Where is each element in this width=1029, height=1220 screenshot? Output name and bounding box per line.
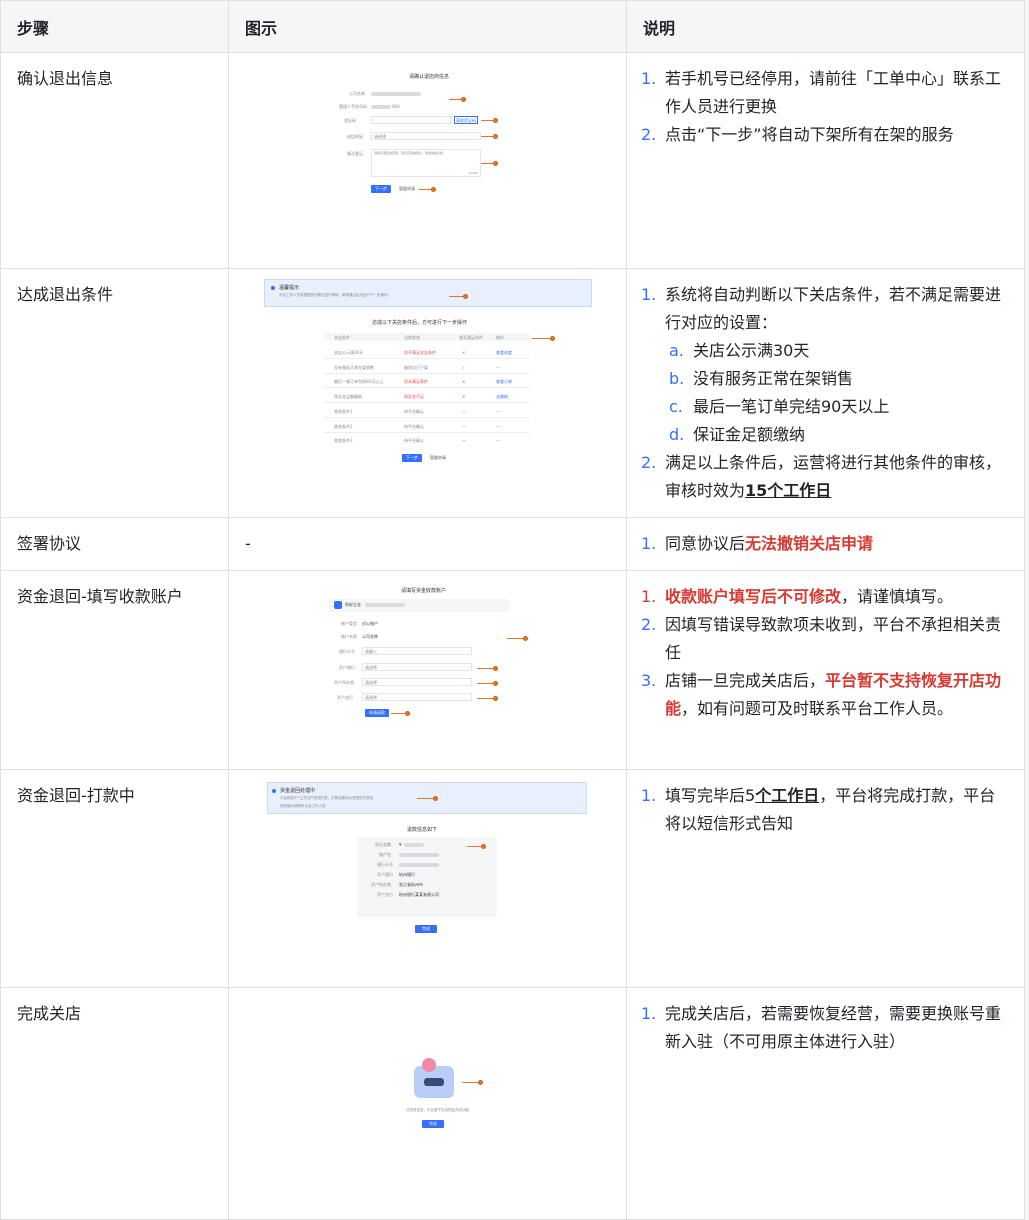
list-item: 1. 若手机号已经停用，请前往「工单中心」联系工作人员进行更换 bbox=[641, 69, 1002, 116]
description-cell: 1. 系统将自动判断以下关店条件，若不满足需要进行对应的设置： a. 关店公示满30… bbox=[626, 268, 1025, 518]
company-avatar bbox=[334, 601, 342, 609]
list-item: 2. 因填写错误导致款项未收到，平台不承担相关责任 bbox=[641, 615, 1002, 662]
annotation-marker bbox=[493, 161, 498, 166]
table-row: 达成退出条件 温馨提示 平台工作人员将根据您的情况进行审核，审核通过后可进行下一… bbox=[0, 268, 1025, 518]
conditions-screenshot: 温馨提示 平台工作人员将根据您的情况进行审核，审核通过后可进行下一步操作。 达成… bbox=[264, 279, 592, 469]
step-cell: 达成退出条件 bbox=[0, 268, 229, 518]
figure-cell: 已完成关店，平台暂不支持恢复开店功能 完成 bbox=[228, 987, 627, 1220]
list-item: 2. 满足以上条件后，运营将进行其他条件的审核，审核时效为15个工作日 bbox=[641, 453, 1002, 500]
annotation-marker bbox=[493, 134, 498, 139]
list-item: 1. 系统将自动判断以下关店条件，若不满足需要进行对应的设置： a. 关店公示满30… bbox=[641, 281, 1010, 449]
mock-reason-select bbox=[371, 132, 481, 140]
figure-cell: 温馨提示 平台工作人员将根据您的情况进行审核，审核通过后可进行下一步操作。 达成… bbox=[228, 268, 627, 518]
annotation-marker bbox=[405, 711, 410, 716]
header-figure: 图示 bbox=[228, 0, 627, 53]
step-cell: 签署协议 bbox=[0, 517, 229, 571]
table-row: 签署协议 - 1. 同意协议后无法撤销关店申请 bbox=[0, 517, 1025, 571]
list-item: 1. 收款账户填写后不可修改，请谨慎填写。 bbox=[641, 587, 954, 606]
mock-code-input bbox=[371, 116, 451, 124]
mock-title: 请确认退店商信息 bbox=[409, 74, 450, 80]
step-cell: 资金退回-打款中 bbox=[0, 769, 229, 988]
description-cell: 1. 同意协议后无法撤销关店申请 bbox=[626, 517, 1025, 571]
sub-list-item: c. 最后一笔订单完结90天以上 bbox=[669, 397, 890, 416]
description-cell: 1. 完成关店后，若需要恢复经营，需要更换账号重新入驻（不可用原主体进行入驻） bbox=[626, 987, 1025, 1220]
step-cell: 资金退回-填写收款账户 bbox=[0, 570, 229, 770]
table-row: 完成关店 已完成关店，平台暂不支持恢复开店功能 完成 1. 完成关店后，若需要恢复… bbox=[0, 987, 1025, 1220]
annotation-marker bbox=[478, 1080, 483, 1085]
step-cell: 确认退出信息 bbox=[0, 52, 229, 269]
table-row: 资金退回-打款中 资金退回处理中 平台将在5个工作日内完成打款，打款结果将以短信… bbox=[0, 769, 1025, 988]
confirm-info-screenshot: 请确认退店商信息 公司名称 管理人手机号码 900 验证码 获取验证码 退店原因… bbox=[289, 63, 569, 253]
step-cell: 完成关店 bbox=[0, 987, 229, 1220]
annotation-marker bbox=[523, 636, 528, 641]
sub-list-item: d. 保证金足额缴纳 bbox=[669, 425, 806, 444]
sub-list-item: b. 没有服务正常在架销售 bbox=[669, 369, 854, 388]
description-cell: 1. 收款账户填写后不可修改，请谨慎填写。 2. 因填写错误导致款项未收到，平台不承… bbox=[626, 570, 1025, 770]
annotation-marker bbox=[493, 681, 498, 686]
figure-cell: - bbox=[228, 517, 627, 571]
figure-cell: 请确认退店商信息 公司名称 管理人手机号码 900 验证码 获取验证码 退店原因… bbox=[228, 52, 627, 269]
list-item: 1. 同意协议后无法撤销关店申请 bbox=[641, 534, 874, 553]
annotation-marker bbox=[493, 118, 498, 123]
annotation-marker bbox=[493, 666, 498, 671]
list-item: 1. 完成关店后，若需要恢复经营，需要更换账号重新入驻（不可用原主体进行入驻） bbox=[641, 1004, 1002, 1051]
table-row: 确认退出信息 请确认退店商信息 公司名称 管理人手机号码 900 验证码 获取验… bbox=[0, 52, 1025, 269]
description-cell: 1. 若手机号已经停用，请前往「工单中心」联系工作人员进行更换 2. 点击“下一步”… bbox=[626, 52, 1025, 269]
list-item: 2. 点击“下一步”将自动下架所有在架的服务 bbox=[641, 125, 954, 144]
header-description: 说明 bbox=[626, 0, 1025, 53]
annotation-marker bbox=[433, 796, 438, 801]
table-header: 步骤 图示 说明 bbox=[0, 0, 1025, 53]
annotation-marker bbox=[481, 844, 486, 849]
store-closed-screenshot: 已完成关店，平台暂不支持恢复开店功能 完成 bbox=[264, 998, 592, 1210]
list-item: 3. 店铺一旦完成关店后，平台暂不支持恢复开店功能，如有问题可及时联系平台工作人员… bbox=[641, 671, 1002, 718]
table-row: 资金退回-填写收款账户 请填写资金收款账户 你好企业 账户类型 对公账户 账户名… bbox=[0, 570, 1025, 770]
figure-cell: 资金退回处理中 平台将在5个工作日内完成打款，打款结果将以短信形式告知 如有疑问… bbox=[228, 769, 627, 988]
steps-table: 步骤 图示 说明 确认退出信息 请确认退店商信息 公司名称 管理人手机号码 90… bbox=[0, 0, 1025, 1220]
annotation-marker bbox=[493, 696, 498, 701]
annotation-marker bbox=[550, 336, 555, 341]
figure-cell: 请填写资金收款账户 你好企业 账户类型 对公账户 账户名称 公司名称 银行卡号 … bbox=[228, 570, 627, 770]
description-cell: 1. 填写完毕后5个工作日，平台将完成打款，平台将以短信形式告知 bbox=[626, 769, 1025, 988]
sub-list-item: a. 关店公示满30天 bbox=[669, 341, 810, 360]
annotation-marker bbox=[463, 294, 468, 299]
header-step: 步骤 bbox=[0, 0, 229, 53]
mock-next-button: 下一步 bbox=[371, 185, 391, 193]
account-form-screenshot: 请填写资金收款账户 你好企业 账户类型 对公账户 账户名称 公司名称 银行卡号 … bbox=[279, 581, 569, 761]
annotation-marker bbox=[431, 187, 436, 192]
payment-in-progress-screenshot: 资金退回处理中 平台将在5个工作日内完成打款，打款结果将以短信形式告知 如有疑问… bbox=[267, 782, 589, 978]
annotation-marker bbox=[461, 97, 466, 102]
list-item: 1. 填写完毕后5个工作日，平台将完成打款，平台将以短信形式告知 bbox=[641, 786, 996, 833]
